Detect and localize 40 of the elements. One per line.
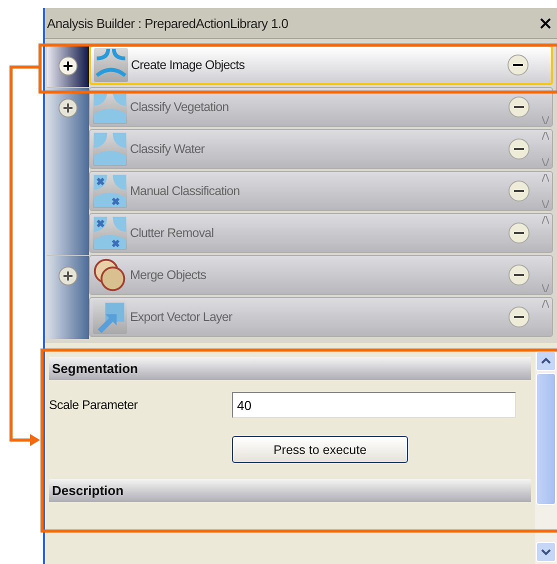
close-icon[interactable]: [540, 18, 551, 28]
circles-icon: [92, 257, 128, 293]
input-field[interactable]: 40: [232, 392, 516, 418]
action-label: Clutter Removal: [130, 226, 215, 240]
remove-icon[interactable]: [508, 180, 530, 202]
scroll-thumb[interactable]: [536, 373, 556, 505]
curves-icon: [92, 215, 128, 251]
execute-button[interactable]: Press to execute: [232, 436, 408, 463]
action-card[interactable]: Merge Objects: [89, 255, 553, 295]
action-card[interactable]: Create Image Objects: [89, 45, 553, 85]
action-label: Create Image Objects: [131, 58, 246, 72]
action-label: Manual Classification: [130, 184, 241, 198]
remove-icon[interactable]: [507, 54, 529, 76]
scrollbar[interactable]: [535, 349, 557, 564]
scroll-down-icon[interactable]: [536, 542, 556, 562]
curves-icon: [92, 89, 128, 125]
remove-icon[interactable]: [508, 222, 530, 244]
curves-icon: [93, 47, 129, 83]
curves-icon: [92, 131, 128, 167]
section-title: Segmentation: [52, 361, 138, 376]
window-title: Analysis Builder : PreparedActionLibrary 1.0: [47, 16, 290, 30]
action-label: Classify Water: [130, 142, 206, 156]
remove-icon[interactable]: [508, 306, 530, 328]
field-label: Scale Parameter: [49, 398, 139, 412]
expand-icon[interactable]: [58, 56, 78, 76]
action-card[interactable]: Classify Vegetation: [89, 87, 553, 127]
remove-icon[interactable]: [508, 96, 530, 118]
action-label: Classify Vegetation: [130, 100, 230, 114]
action-card[interactable]: Manual Classification: [89, 171, 553, 211]
group-gutter[interactable]: [47, 45, 89, 87]
remove-icon[interactable]: [508, 264, 530, 286]
action-card[interactable]: Clutter Removal: [89, 213, 553, 253]
action-label: Merge Objects: [130, 268, 208, 282]
action-label: Export Vector Layer: [130, 310, 234, 324]
remove-icon[interactable]: [508, 138, 530, 160]
curves-icon: [92, 173, 128, 209]
section-title: Description: [52, 483, 124, 498]
action-card[interactable]: Export Vector Layer: [89, 297, 553, 337]
action-card[interactable]: Classify Water: [89, 129, 553, 169]
scroll-up-icon[interactable]: [536, 351, 556, 371]
